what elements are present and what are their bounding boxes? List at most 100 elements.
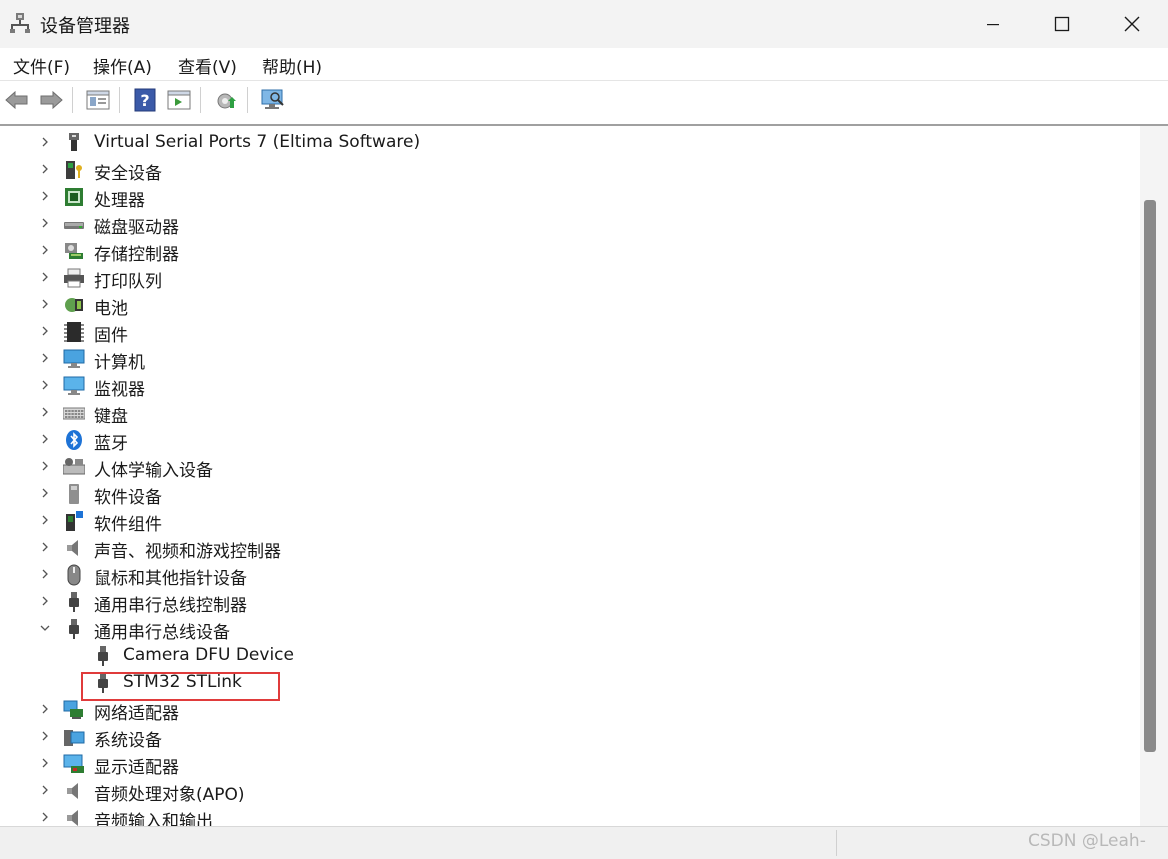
chevron-right-icon[interactable] <box>39 298 51 310</box>
printer-icon <box>64 268 84 288</box>
display-adapter-icon <box>63 754 84 773</box>
chevron-right-icon[interactable] <box>39 163 51 175</box>
tree-category-item[interactable]: 处理器 <box>0 183 1140 211</box>
tree-item-label: 软件组件 <box>94 515 162 535</box>
tree-item-label: 监视器 <box>94 380 145 400</box>
chevron-right-icon[interactable] <box>39 325 51 337</box>
tree-category-item[interactable]: 电池 <box>0 291 1140 319</box>
properties-icon[interactable] <box>85 87 111 113</box>
tree-category-item[interactable]: 显示适配器 <box>0 750 1140 778</box>
window-title: 设备管理器 <box>40 16 130 37</box>
close-button[interactable] <box>1097 0 1167 48</box>
battery-icon <box>65 298 83 312</box>
tree-item-label: 固件 <box>94 326 128 346</box>
device-tree-panel: Virtual Serial Ports 7 (Eltima Software)… <box>0 124 1168 826</box>
chevron-right-icon[interactable] <box>39 406 51 418</box>
chevron-right-icon[interactable] <box>39 568 51 580</box>
tree-category-item[interactable]: 固件 <box>0 318 1140 346</box>
tree-item-label: 处理器 <box>94 191 145 211</box>
usb-icon <box>69 619 79 639</box>
chevron-right-icon[interactable] <box>39 811 51 823</box>
chevron-right-icon[interactable] <box>39 703 51 715</box>
tree-item-label: 通用串行总线控制器 <box>94 596 247 616</box>
usb-icon <box>69 592 79 612</box>
tree-item-label: 键盘 <box>94 407 128 427</box>
run-icon[interactable] <box>166 87 192 113</box>
tree-category-item[interactable]: 安全设备 <box>0 156 1140 184</box>
usb-icon <box>98 646 108 666</box>
tree-item-label: 系统设备 <box>94 731 162 751</box>
tree-category-item[interactable]: 声音、视频和游戏控制器 <box>0 534 1140 562</box>
chevron-right-icon[interactable] <box>39 541 51 553</box>
tree-item-label: 音频处理对象(APO) <box>94 785 245 805</box>
tree-category-item[interactable]: 通用串行总线设备 <box>0 615 1140 643</box>
menu-view[interactable]: 查看(V) <box>178 53 237 78</box>
minimize-icon <box>987 24 999 26</box>
chevron-right-icon[interactable] <box>39 136 51 148</box>
chevron-right-icon[interactable] <box>39 460 51 472</box>
tree-category-item[interactable]: 音频处理对象(APO) <box>0 777 1140 805</box>
tree-category-item[interactable]: 系统设备 <box>0 723 1140 751</box>
tree-item-label: 声音、视频和游戏控制器 <box>94 542 281 562</box>
bluetooth-icon <box>66 430 82 450</box>
tree-item-label: 磁盘驱动器 <box>94 218 179 238</box>
svg-text:?: ? <box>140 91 149 110</box>
tree-category-item[interactable]: 通用串行总线控制器 <box>0 588 1140 616</box>
chevron-right-icon[interactable] <box>39 379 51 391</box>
toolbar-separator <box>72 87 73 113</box>
tree-category-item[interactable]: 磁盘驱动器 <box>0 210 1140 238</box>
chevron-right-icon[interactable] <box>39 433 51 445</box>
chevron-right-icon[interactable] <box>39 514 51 526</box>
tree-item-label: 显示适配器 <box>94 758 179 778</box>
tree-category-item[interactable]: 键盘 <box>0 399 1140 427</box>
tree-device-item[interactable]: Camera DFU Device <box>0 642 1140 669</box>
menu-file[interactable]: 文件(F) <box>13 53 70 78</box>
watermark-text: CSDN @Leah- <box>1028 831 1146 851</box>
toolbar: ? <box>0 81 1168 119</box>
scrollbar-thumb[interactable] <box>1144 200 1156 752</box>
tree-category-item[interactable]: 软件设备 <box>0 480 1140 508</box>
speaker-icon <box>67 540 78 556</box>
tree-item-label: 计算机 <box>94 353 145 373</box>
menu-help[interactable]: 帮助(H) <box>262 53 322 78</box>
chevron-right-icon[interactable] <box>39 352 51 364</box>
tree-category-item[interactable]: Virtual Serial Ports 7 (Eltima Software) <box>0 129 1140 156</box>
tree-item-label: 安全设备 <box>94 164 162 184</box>
chevron-right-icon[interactable] <box>39 730 51 742</box>
tree-item-label: 打印队列 <box>94 272 162 292</box>
update-driver-icon[interactable] <box>213 87 239 113</box>
chevron-right-icon[interactable] <box>39 244 51 256</box>
tree-category-item[interactable]: 音频输入和输出 <box>0 804 1140 826</box>
chevron-right-icon[interactable] <box>39 217 51 229</box>
tree-item-label: 电池 <box>94 299 128 319</box>
tree-category-item[interactable]: 监视器 <box>0 372 1140 400</box>
scan-hardware-icon[interactable] <box>260 87 286 113</box>
chevron-right-icon[interactable] <box>39 784 51 796</box>
tree-category-item[interactable]: 鼠标和其他指针设备 <box>0 561 1140 589</box>
tree-category-item[interactable]: 蓝牙 <box>0 426 1140 454</box>
chevron-right-icon[interactable] <box>39 271 51 283</box>
tree-category-item[interactable]: 存储控制器 <box>0 237 1140 265</box>
tree-category-item[interactable]: 软件组件 <box>0 507 1140 535</box>
minimize-button[interactable] <box>958 0 1028 48</box>
chevron-right-icon[interactable] <box>39 757 51 769</box>
chevron-right-icon[interactable] <box>39 190 51 202</box>
chevron-right-icon[interactable] <box>39 595 51 607</box>
software-component-icon <box>66 511 83 531</box>
tree-item-label: Camera DFU Device <box>123 645 294 665</box>
chevron-down-icon[interactable] <box>39 622 51 634</box>
menu-action[interactable]: 操作(A) <box>93 53 152 78</box>
close-icon <box>1124 16 1140 32</box>
tree-category-item[interactable]: 人体学输入设备 <box>0 453 1140 481</box>
device-tree[interactable]: Virtual Serial Ports 7 (Eltima Software)… <box>0 126 1140 826</box>
forward-arrow-icon[interactable] <box>38 87 64 113</box>
maximize-button[interactable] <box>1027 0 1097 48</box>
tree-item-label: 音频输入和输出 <box>94 812 213 826</box>
computer-icon <box>63 349 85 368</box>
tree-category-item[interactable]: 打印队列 <box>0 264 1140 292</box>
back-arrow-icon[interactable] <box>4 87 30 113</box>
chevron-right-icon[interactable] <box>39 487 51 499</box>
toolbar-separator <box>247 87 248 113</box>
help-icon[interactable]: ? <box>132 87 158 113</box>
tree-category-item[interactable]: 计算机 <box>0 345 1140 373</box>
